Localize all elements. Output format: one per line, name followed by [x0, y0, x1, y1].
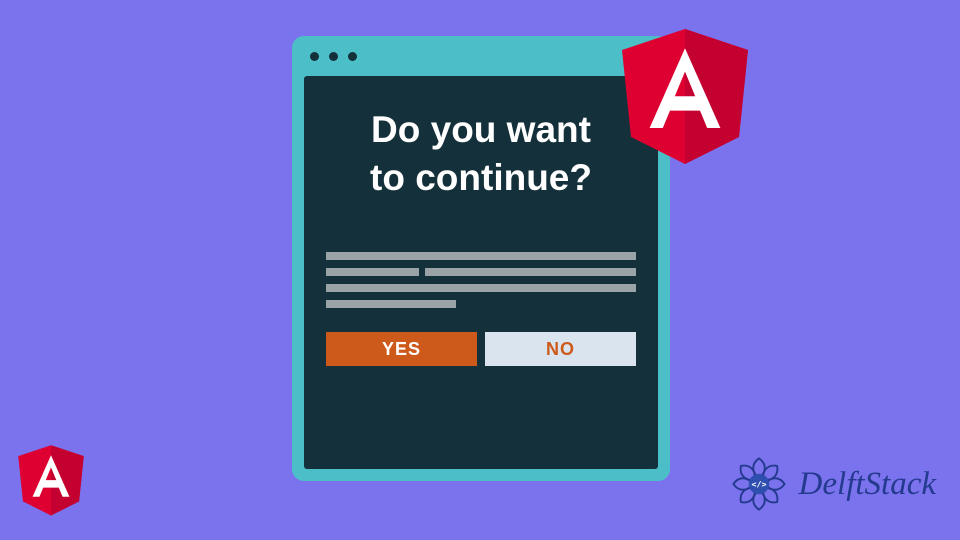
yes-button[interactable]: YES: [326, 332, 477, 366]
no-button[interactable]: NO: [485, 332, 636, 366]
delftstack-logo: </> DelftStack: [727, 452, 936, 516]
window-control-dot[interactable]: [329, 52, 338, 61]
delftstack-text: DelftStack: [799, 466, 936, 503]
placeholder-text-lines: [326, 252, 636, 308]
dialog-buttons: YES NO: [326, 332, 636, 366]
dialog-body: Do you want to continue? YES NO: [304, 76, 658, 469]
window-control-dot[interactable]: [348, 52, 357, 61]
angular-logo-small-icon: [12, 436, 90, 520]
dialog-prompt: Do you want to continue?: [326, 106, 636, 202]
prompt-line-1: Do you want: [371, 109, 591, 150]
window-control-dot[interactable]: [310, 52, 319, 61]
angular-logo-icon: [610, 12, 760, 172]
svg-text:</>: </>: [751, 479, 766, 489]
prompt-line-2: to continue?: [370, 157, 592, 198]
delftstack-emblem-icon: </>: [727, 452, 791, 516]
